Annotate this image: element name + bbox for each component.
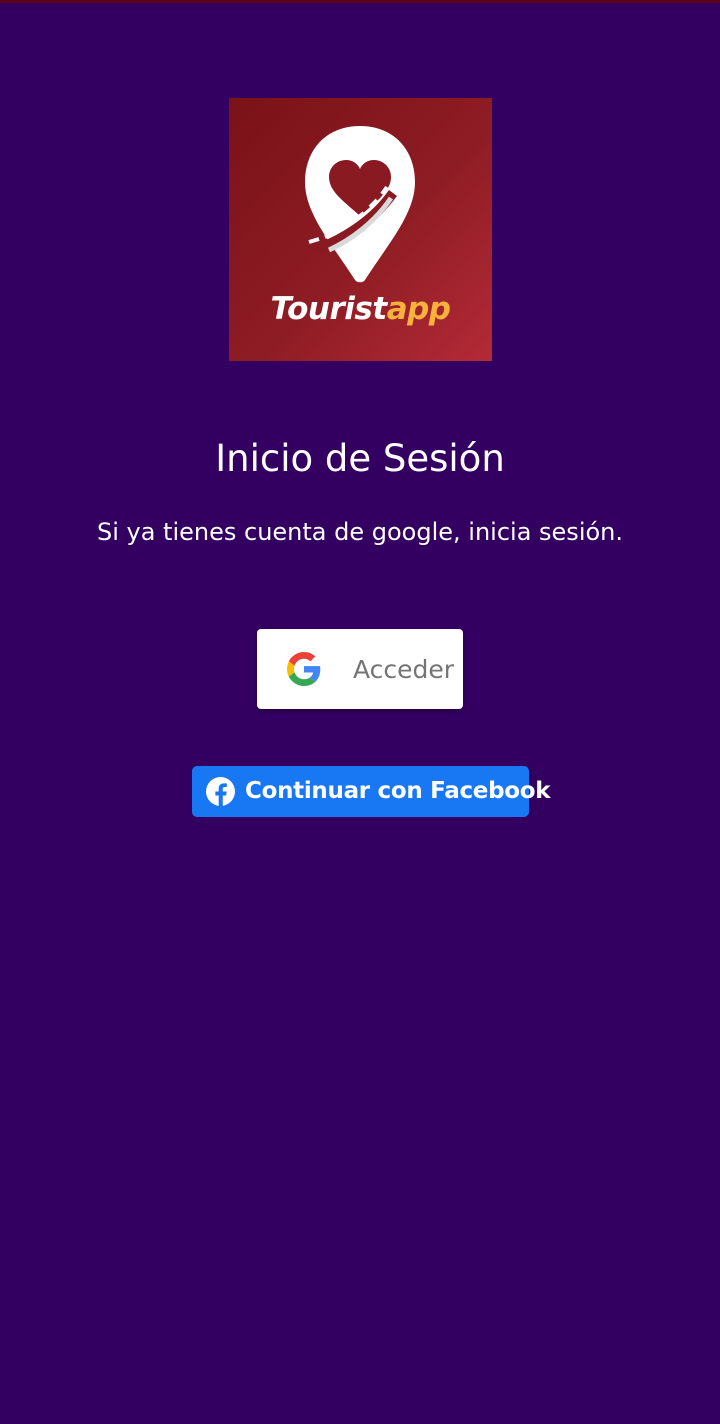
google-sign-in-button[interactable]: Acceder bbox=[257, 629, 463, 709]
app-logo-wordmark: Touristapp bbox=[229, 291, 492, 327]
facebook-login-button[interactable]: Continuar con Facebook bbox=[192, 766, 551, 817]
page-subtitle: Si ya tienes cuenta de google, inicia se… bbox=[96, 518, 624, 546]
facebook-icon bbox=[206, 777, 235, 806]
page-title: Inicio de Sesión bbox=[215, 437, 505, 480]
logo-text-accent: app bbox=[386, 291, 451, 327]
login-screen: Touristapp Inicio de Sesión Si ya tienes… bbox=[0, 0, 720, 1424]
logo-text-primary: Tourist bbox=[270, 291, 387, 327]
app-logo: Touristapp bbox=[229, 98, 492, 361]
google-button-label: Acceder bbox=[353, 655, 455, 684]
facebook-button-label: Continuar con Facebook bbox=[245, 778, 551, 804]
google-g-icon bbox=[287, 652, 321, 686]
